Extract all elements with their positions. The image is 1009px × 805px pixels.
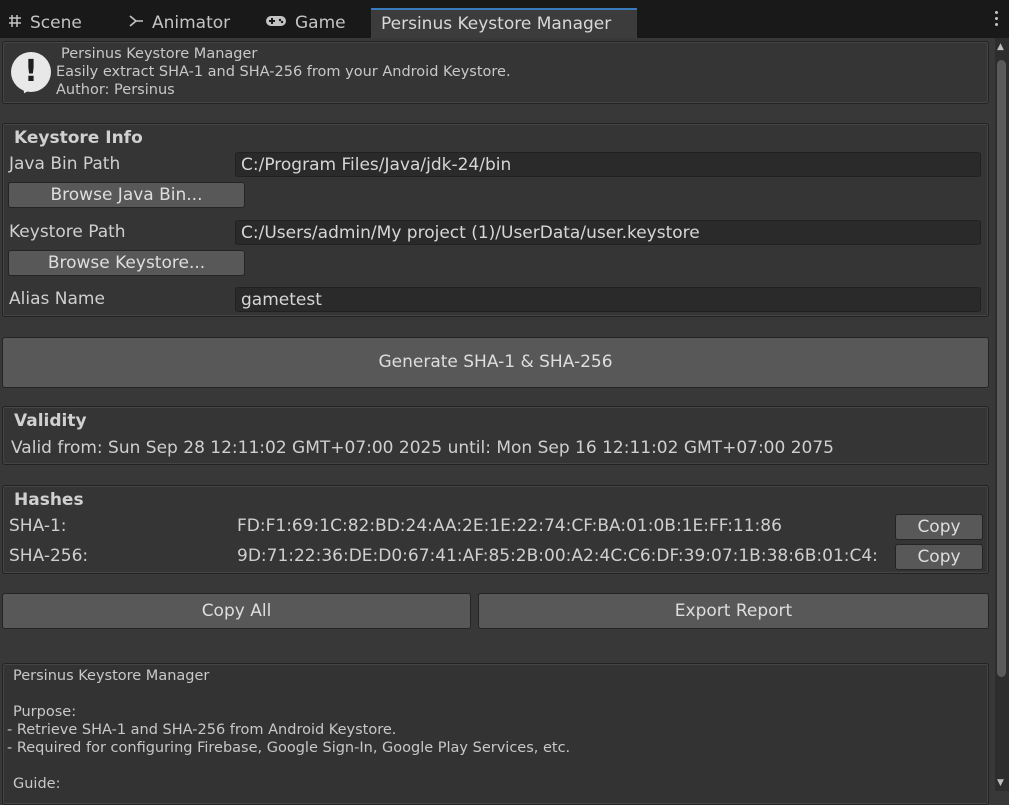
scroll-up-arrow-icon[interactable]: ▲: [997, 42, 1004, 52]
tab-label: Animator: [152, 13, 231, 33]
sha1-value: FD:F1:69:1C:82:BD:24:AA:2E:1E:22:74:CF:B…: [237, 516, 782, 536]
section-title-keystore-info: Keystore Info: [14, 128, 143, 148]
tab-scene[interactable]: Scene: [8, 9, 82, 37]
header-author: Author: Persinus: [56, 82, 175, 98]
info-purpose-line-1: - Retrieve SHA-1 and SHA-256 from Androi…: [7, 722, 397, 738]
info-guide-heading: Guide:: [13, 776, 61, 792]
grid-icon: [8, 13, 22, 33]
section-title-validity: Validity: [14, 411, 87, 431]
copy-all-button[interactable]: Copy All: [2, 593, 471, 629]
info-purpose-heading: Purpose:: [13, 704, 77, 720]
copy-sha256-button[interactable]: Copy: [895, 544, 983, 570]
alias-name-label: Alias Name: [9, 289, 105, 309]
generate-sha-button[interactable]: Generate SHA-1 & SHA-256: [2, 337, 989, 388]
tab-keystore-manager[interactable]: Persinus Keystore Manager: [371, 8, 637, 38]
section-title-hashes: Hashes: [14, 490, 84, 510]
validity-text: Valid from: Sun Sep 28 12:11:02 GMT+07:0…: [11, 438, 834, 458]
sha1-label: SHA-1:: [9, 516, 67, 536]
info-warning-icon: !: [11, 52, 51, 98]
browse-java-bin-button[interactable]: Browse Java Bin...: [8, 182, 245, 208]
keystore-path-field[interactable]: C:/Users/admin/My project (1)/UserData/u…: [235, 220, 981, 245]
header-title: Persinus Keystore Manager: [61, 46, 258, 62]
alias-name-field[interactable]: gametest: [235, 287, 981, 312]
info-text-area[interactable]: Persinus Keystore Manager Purpose: - Ret…: [2, 663, 989, 805]
tab-animator[interactable]: Animator: [128, 9, 230, 37]
tab-game[interactable]: Game: [265, 9, 346, 37]
tab-bar: Scene Animator Game Persinus Keystore Ma…: [0, 0, 1009, 38]
tab-label: Persinus Keystore Manager: [381, 14, 612, 34]
java-bin-path-field[interactable]: C:/Program Files/Java/jdk-24/bin: [235, 152, 981, 177]
java-bin-label: Java Bin Path: [9, 154, 121, 174]
scroll-thumb[interactable]: [997, 60, 1006, 677]
gamepad-icon: [265, 13, 287, 33]
vertical-scrollbar[interactable]: ▲ ▼: [995, 38, 1009, 791]
validity-section: Validity Valid from: Sun Sep 28 12:11:02…: [2, 406, 989, 465]
browse-keystore-button[interactable]: Browse Keystore...: [8, 250, 245, 276]
copy-sha1-button[interactable]: Copy: [895, 514, 983, 540]
scroll-down-arrow-icon[interactable]: ▼: [997, 778, 1004, 788]
keystore-path-label: Keystore Path: [9, 222, 126, 242]
export-report-button[interactable]: Export Report: [478, 593, 989, 629]
header-help-box: ! Persinus Keystore Manager Easily extra…: [2, 41, 989, 104]
sha256-label: SHA-256:: [9, 546, 89, 566]
tab-label: Scene: [30, 13, 82, 33]
sha256-value: 9D:71:22:36:DE:D0:67:41:AF:85:2B:00:A2:4…: [237, 546, 878, 566]
header-description: Easily extract SHA-1 and SHA-256 from yo…: [56, 64, 511, 80]
tab-label: Game: [295, 13, 346, 33]
more-options-icon[interactable]: [995, 11, 999, 29]
info-title: Persinus Keystore Manager: [13, 668, 210, 684]
animator-icon: [128, 13, 144, 33]
info-purpose-line-2: - Required for configuring Firebase, Goo…: [7, 740, 571, 756]
